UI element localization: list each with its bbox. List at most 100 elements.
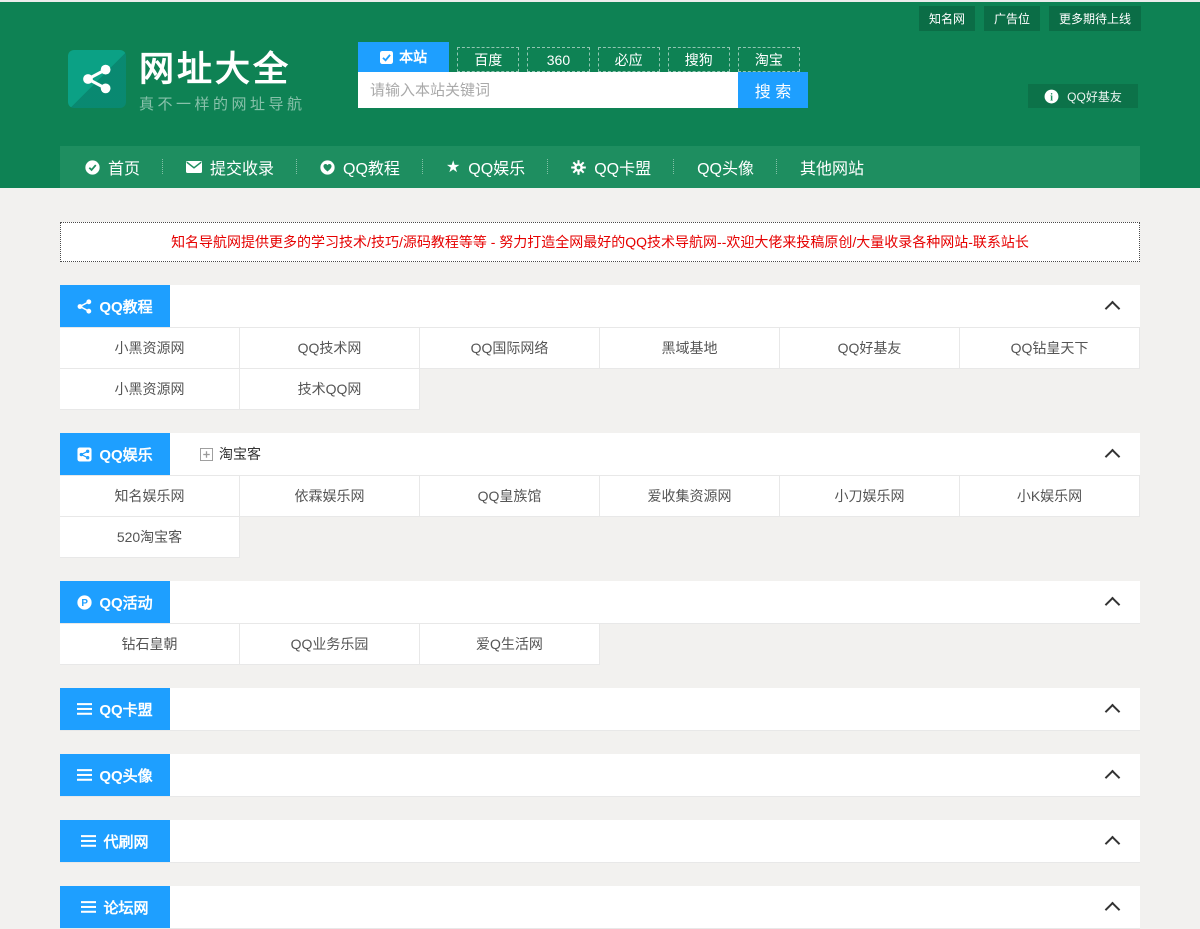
svg-text:P: P (82, 597, 89, 608)
category-tab[interactable]: P QQ活动 (60, 581, 170, 623)
category-header: QQ头像 (60, 754, 1140, 797)
site-link[interactable]: 小黑资源网 (60, 369, 240, 410)
category-tab[interactable]: QQ教程 (60, 285, 170, 327)
category-list: QQ教程 小黑资源网QQ技术网QQ国际网络黑域基地QQ好基友QQ钻皇天下小黑资源… (60, 285, 1140, 929)
category-header: P QQ活动 (60, 581, 1140, 624)
category-title: 论坛网 (103, 897, 148, 918)
category-subtab[interactable]: 淘宝客 (200, 444, 261, 464)
category-header: QQ教程 (60, 285, 1140, 328)
chevron-up-icon[interactable] (1105, 770, 1121, 786)
nav-item[interactable]: 提交收录 (163, 146, 297, 188)
qq-friend-link[interactable]: i QQ好基友 (1028, 84, 1138, 108)
search-tab-label: 本站 (399, 47, 427, 67)
search-input[interactable] (358, 72, 738, 108)
nav-item-label: QQ头像 (697, 155, 754, 179)
topbar-link[interactable]: 知名网 (919, 6, 975, 31)
category-title: QQ活动 (99, 592, 152, 613)
site-link[interactable]: QQ好基友 (780, 328, 960, 369)
nav-item-label: QQ卡盟 (594, 155, 651, 179)
search-tab-label: 360 (547, 52, 570, 68)
nav-item[interactable]: ★QQ娱乐 (423, 146, 548, 188)
category-title: QQ娱乐 (99, 444, 152, 465)
search-engine-tab[interactable]: 本站 (358, 42, 449, 72)
search-engine-tab[interactable]: 淘宝 (738, 47, 800, 72)
site-link[interactable]: QQ国际网络 (420, 328, 600, 369)
nav-item[interactable]: QQ头像 (674, 146, 777, 188)
info-icon: i (1044, 89, 1059, 104)
site-link[interactable]: 依霖娱乐网 (240, 476, 420, 517)
main-content: 知名导航网提供更多的学习技术/技巧/源码教程等等 - 努力打造全网最好的QQ技术… (60, 222, 1140, 929)
announcement-bar: 知名导航网提供更多的学习技术/技巧/源码教程等等 - 努力打造全网最好的QQ技术… (60, 222, 1140, 262)
site-link[interactable]: QQ皇族馆 (420, 476, 600, 517)
category-header: 代刷网 (60, 820, 1140, 863)
nav-item[interactable]: 首页 (62, 146, 163, 188)
site-link[interactable]: 知名娱乐网 (60, 476, 240, 517)
chevron-up-icon[interactable] (1105, 704, 1121, 720)
chevron-up-icon[interactable] (1105, 597, 1121, 613)
site-subtitle: 真不一样的网址导航 (139, 93, 306, 114)
category-header: 论坛网 (60, 886, 1140, 929)
topbar-link[interactable]: 更多期待上线 (1049, 6, 1141, 31)
svg-text:i: i (1050, 92, 1053, 103)
category-tab[interactable]: 论坛网 (60, 886, 170, 928)
site-link[interactable]: 黑域基地 (600, 328, 780, 369)
nav-item-label: 首页 (108, 155, 140, 179)
nav-item-label: 其他网站 (800, 155, 864, 179)
site-link[interactable]: 小黑资源网 (60, 328, 240, 369)
site-link[interactable]: QQ业务乐园 (240, 624, 420, 665)
list-icon (81, 835, 96, 847)
nav-item[interactable]: QQ教程 (297, 146, 423, 188)
search-tab-label: 必应 (615, 50, 643, 70)
category-tab[interactable]: QQ娱乐 (60, 433, 170, 475)
category-section: P QQ活动 钻石皇朝QQ业务乐园爱Q生活网 (60, 581, 1140, 665)
category-title: QQ卡盟 (99, 699, 152, 720)
site-logo[interactable]: 网址大全 真不一样的网址导航 (68, 50, 306, 114)
site-link[interactable]: 小K娱乐网 (960, 476, 1140, 517)
category-section: QQ卡盟 (60, 688, 1140, 731)
search-engine-tab[interactable]: 必应 (598, 47, 660, 72)
chevron-up-icon[interactable] (1105, 301, 1121, 317)
search-area: 本站 百度 360 必应 搜狗淘宝 搜 索 (358, 42, 808, 108)
envelope-icon (186, 161, 202, 173)
search-engine-tabs: 本站 百度 360 必应 搜狗淘宝 (358, 42, 808, 72)
search-tab-label: 百度 (474, 50, 502, 70)
search-button[interactable]: 搜 索 (738, 72, 808, 108)
site-link[interactable]: 520淘宝客 (60, 517, 240, 558)
search-engine-tab[interactable]: 百度 (457, 47, 519, 72)
site-link[interactable]: QQ技术网 (240, 328, 420, 369)
nav-item-label: QQ教程 (343, 155, 400, 179)
nav-item[interactable]: 其他网站 (777, 146, 887, 188)
main-nav: 首页 提交收录 QQ教程 ★QQ娱乐 QQ卡盟 QQ头像 其他网站 (60, 146, 1140, 188)
category-links: 钻石皇朝QQ业务乐园爱Q生活网 (60, 624, 1140, 665)
site-link[interactable]: 技术QQ网 (240, 369, 420, 410)
gear-icon (571, 160, 586, 175)
site-link[interactable]: 钻石皇朝 (60, 624, 240, 665)
category-title: QQ头像 (99, 765, 152, 786)
category-tab[interactable]: QQ卡盟 (60, 688, 170, 730)
category-links: 小黑资源网QQ技术网QQ国际网络黑域基地QQ好基友QQ钻皇天下小黑资源网技术QQ… (60, 328, 1140, 410)
category-header: QQ娱乐 淘宝客 (60, 433, 1140, 476)
site-link[interactable]: QQ钻皇天下 (960, 328, 1140, 369)
search-engine-tab[interactable]: 360 (527, 47, 589, 72)
chevron-up-icon[interactable] (1105, 836, 1121, 852)
nav-item-label: 提交收录 (210, 155, 274, 179)
category-section: 代刷网 (60, 820, 1140, 863)
topbar-link[interactable]: 广告位 (984, 6, 1040, 31)
site-link[interactable]: 小刀娱乐网 (780, 476, 960, 517)
heart-circle-icon (320, 160, 335, 175)
site-link[interactable]: 爱收集资源网 (600, 476, 780, 517)
site-link[interactable]: 爱Q生活网 (420, 624, 600, 665)
share-square-icon (77, 447, 92, 462)
search-engine-tab[interactable]: 搜狗 (668, 47, 730, 72)
category-title: QQ教程 (99, 296, 152, 317)
chevron-up-icon[interactable] (1105, 449, 1121, 465)
category-tab[interactable]: 代刷网 (60, 820, 170, 862)
check-circle-icon (85, 160, 100, 175)
category-header: QQ卡盟 (60, 688, 1140, 731)
site-header: 知名网广告位更多期待上线 网址大全 真不一样的网址导航 本站 百度 360 必应 搜狗淘… (0, 2, 1200, 188)
list-icon (77, 703, 92, 715)
category-links: 知名娱乐网依霖娱乐网QQ皇族馆爱收集资源网小刀娱乐网小K娱乐网 520淘宝客 (60, 476, 1140, 558)
nav-item[interactable]: QQ卡盟 (548, 146, 674, 188)
chevron-up-icon[interactable] (1105, 902, 1121, 918)
category-tab[interactable]: QQ头像 (60, 754, 170, 796)
